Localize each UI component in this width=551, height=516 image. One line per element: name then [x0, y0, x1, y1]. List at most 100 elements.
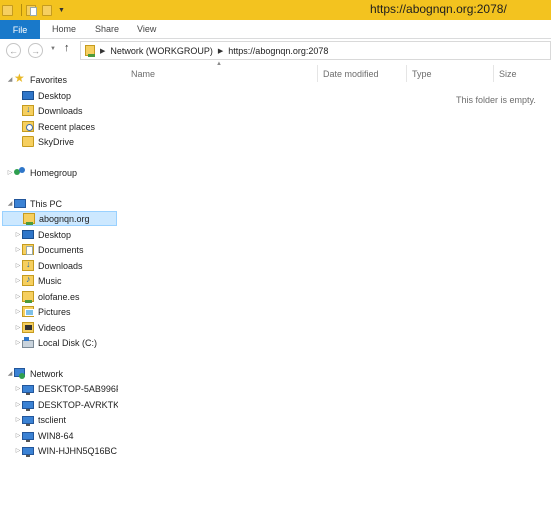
collapsed-arrow-icon[interactable]: ▷ [14, 308, 22, 315]
column-header-type[interactable]: Type [412, 69, 432, 79]
nav-this-pc-pictures[interactable]: ▷ Pictures [14, 304, 132, 319]
folder-icon[interactable] [2, 4, 13, 16]
collapsed-arrow-icon[interactable]: ▷ [14, 447, 22, 454]
nav-this-pc-olofane[interactable]: ▷ olofane.es [14, 289, 132, 304]
pictures-icon [22, 306, 34, 317]
nav-label: Desktop [38, 229, 72, 240]
homegroup-icon [14, 167, 26, 178]
network-icon [14, 368, 26, 379]
collapsed-arrow-icon[interactable]: ▷ [14, 262, 22, 269]
nav-this-pc-downloads[interactable]: ▷ Downloads [14, 258, 132, 273]
expanded-arrow-icon[interactable]: ◢ [6, 76, 14, 83]
collapsed-arrow-icon[interactable]: ▷ [14, 385, 22, 392]
nav-label: DESKTOP-AVRKTKH [38, 399, 126, 410]
nav-label: Music [38, 275, 62, 286]
nav-network-tsclient[interactable]: ▷ tsclient [14, 412, 132, 427]
navigation-bar: ← → ▼ ↑ ▶ Network (WORKGROUP) ▶ https://… [0, 39, 551, 62]
column-header-size[interactable]: Size [499, 69, 517, 79]
column-divider[interactable] [493, 65, 494, 82]
nav-this-pc-desktop[interactable]: ▷ Desktop [14, 227, 132, 242]
network-drive-icon [22, 291, 34, 303]
nav-homegroup[interactable]: ▷ Homegroup [6, 165, 124, 180]
forward-button[interactable]: → [28, 43, 43, 58]
nav-network[interactable]: ◢ Network [6, 366, 124, 381]
nav-label: Videos [38, 322, 66, 333]
breadcrumb-chevron-icon[interactable]: ▶ [218, 47, 223, 55]
breadcrumb-network[interactable]: Network (WORKGROUP) [110, 46, 213, 56]
up-arrow-icon[interactable]: ↑ [64, 42, 70, 54]
collapsed-arrow-icon[interactable]: ▷ [14, 293, 22, 300]
collapsed-arrow-icon[interactable]: ▷ [14, 339, 22, 346]
nav-this-pc-abognqn[interactable]: abognqn.org [2, 211, 117, 226]
nav-this-pc[interactable]: ◢ This PC [6, 196, 124, 211]
videos-icon [22, 322, 34, 333]
nav-network-desktop-avrktkh[interactable]: ▷ DESKTOP-AVRKTKH [14, 397, 132, 412]
nav-label: SkyDrive [38, 136, 75, 147]
file-list[interactable]: ▲ Name Date modified Type Size This fold… [118, 61, 551, 516]
column-divider[interactable] [406, 65, 407, 82]
collapsed-arrow-icon[interactable]: ▷ [14, 246, 22, 253]
breadcrumb-chevron-icon[interactable]: ▶ [100, 47, 105, 55]
nav-label: Downloads [38, 260, 83, 271]
nav-label: WIN-HJHN5Q16BC [38, 445, 118, 456]
column-header-name[interactable]: Name [131, 69, 155, 79]
nav-label: Recent places [38, 121, 96, 132]
empty-folder-message: This folder is empty. [456, 95, 536, 105]
chevron-down-icon[interactable]: ▼ [58, 7, 65, 14]
nav-label: Homegroup [30, 167, 78, 178]
breadcrumb-current[interactable]: https://abognqn.org:2078 [228, 46, 328, 56]
tab-file[interactable]: File [0, 20, 40, 39]
computer-icon [22, 384, 34, 395]
tab-home[interactable]: Home [52, 24, 76, 34]
collapsed-arrow-icon[interactable]: ▷ [14, 277, 22, 284]
tab-view[interactable]: View [137, 24, 156, 34]
recent-places-icon [22, 121, 34, 132]
nav-label: tsclient [38, 414, 67, 425]
collapsed-arrow-icon[interactable]: ▷ [14, 416, 22, 423]
nav-network-desktop-5ab996f[interactable]: ▷ DESKTOP-5AB996F [14, 381, 132, 396]
computer-icon [14, 199, 26, 208]
nav-label: Desktop [38, 90, 72, 101]
nav-this-pc-documents[interactable]: ▷ Documents [14, 242, 132, 257]
back-button[interactable]: ← [6, 43, 21, 58]
nav-network-win-hjhn5q16bc[interactable]: ▷ WIN-HJHN5Q16BC [14, 443, 132, 458]
nav-label: DESKTOP-5AB996F [38, 383, 122, 394]
nav-label: Local Disk (C:) [38, 337, 98, 348]
nav-label: This PC [30, 198, 63, 209]
new-folder-icon[interactable] [42, 4, 52, 16]
collapsed-arrow-icon[interactable]: ▷ [14, 231, 22, 238]
expanded-arrow-icon[interactable]: ◢ [6, 370, 14, 377]
tab-share[interactable]: Share [95, 24, 119, 34]
nav-label: Documents [38, 244, 84, 255]
computer-icon [22, 415, 34, 426]
ribbon: File Home Share View [0, 20, 551, 39]
nav-network-win8-64[interactable]: ▷ WIN8-64 [14, 428, 132, 443]
collapsed-arrow-icon[interactable]: ▷ [14, 324, 22, 331]
column-divider[interactable] [317, 65, 318, 82]
nav-favorites[interactable]: ◢ Favorites [6, 71, 124, 87]
music-icon [22, 274, 34, 286]
nav-this-pc-local-disk[interactable]: ▷ Local Disk (C:) [14, 335, 132, 350]
collapsed-arrow-icon[interactable]: ▷ [14, 401, 22, 408]
expanded-arrow-icon[interactable]: ◢ [6, 200, 14, 207]
desktop-icon [22, 230, 34, 239]
properties-icon[interactable] [26, 4, 37, 16]
local-disk-icon [22, 336, 34, 348]
column-header-date-modified[interactable]: Date modified [323, 69, 379, 79]
nav-this-pc-music[interactable]: ▷ Music [14, 273, 132, 288]
skydrive-icon [22, 136, 34, 147]
nav-this-pc-videos[interactable]: ▷ Videos [14, 320, 132, 335]
navigation-pane: ◢ Favorites Desktop Downloads Recent pla… [0, 62, 126, 516]
address-bar[interactable]: ▶ Network (WORKGROUP) ▶ https://abognqn.… [80, 41, 551, 60]
network-drive-icon [23, 213, 35, 225]
documents-icon [22, 244, 34, 255]
computer-icon [22, 446, 34, 457]
collapsed-arrow-icon[interactable]: ▷ [14, 432, 22, 439]
nav-label: abognqn.org [39, 213, 90, 224]
nav-label: Pictures [38, 306, 71, 317]
collapsed-arrow-icon[interactable]: ▷ [6, 169, 14, 176]
star-icon [14, 71, 26, 85]
recent-locations-chevron-icon[interactable]: ▼ [50, 46, 56, 52]
nav-label: Favorites [30, 74, 68, 85]
network-location-icon [85, 45, 95, 57]
